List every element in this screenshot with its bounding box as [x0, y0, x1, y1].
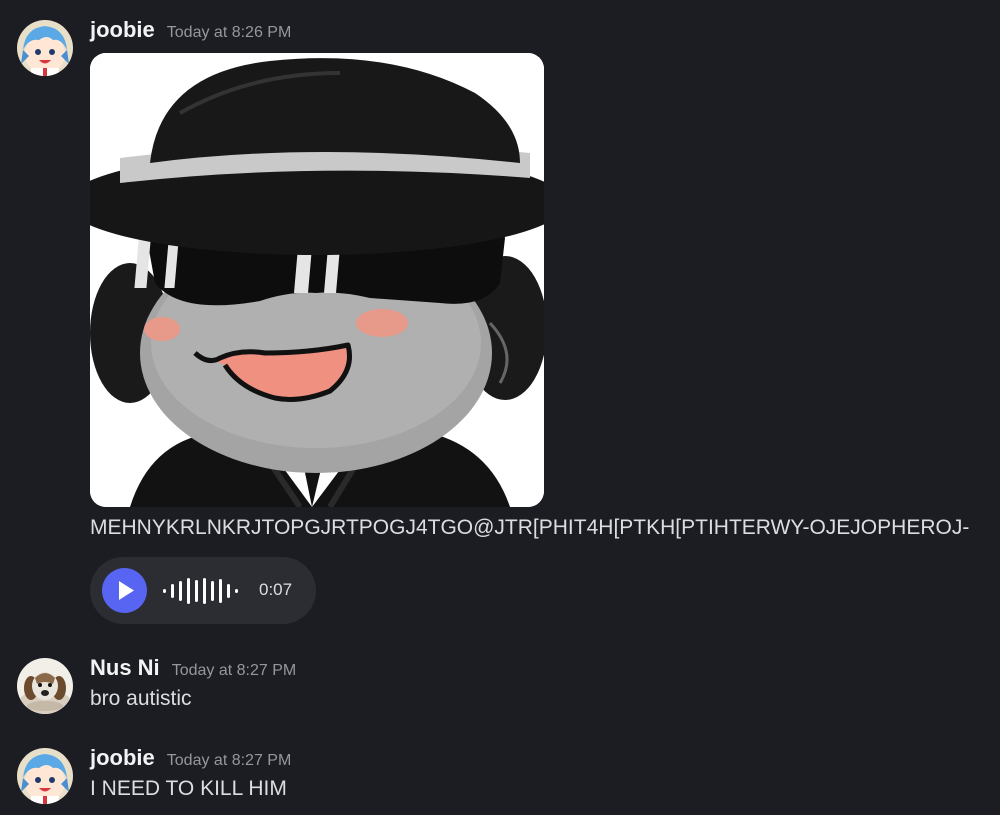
voice-message-player[interactable]: 0:07	[90, 557, 316, 624]
timestamp[interactable]: Today at 8:27 PM	[167, 752, 292, 770]
username[interactable]: Nus Ni	[90, 655, 160, 681]
avatar[interactable]	[17, 658, 73, 714]
image-attachment[interactable]	[90, 53, 544, 507]
avatar[interactable]	[17, 748, 73, 804]
username[interactable]: joobie	[90, 17, 155, 43]
timestamp[interactable]: Today at 8:26 PM	[167, 24, 292, 42]
play-icon	[119, 581, 134, 600]
chat-log: joobie Today at 8:26 PM MEHNYKRLNKRJTOPG…	[0, 0, 1000, 815]
timestamp[interactable]: Today at 8:27 PM	[172, 662, 297, 680]
play-button[interactable]	[102, 568, 147, 613]
voice-duration: 0:07	[259, 580, 293, 599]
message-text: I NEED TO KILL HIM	[90, 777, 287, 800]
username[interactable]: joobie	[90, 745, 155, 771]
waveform-icon[interactable]	[162, 577, 246, 605]
message-text: bro autistic	[90, 687, 192, 710]
avatar[interactable]	[17, 20, 73, 76]
message-text: MEHNYKRLNKRJTOPGJRTPOGJ4TGO@JTR[PHIT4H[P…	[90, 516, 970, 539]
